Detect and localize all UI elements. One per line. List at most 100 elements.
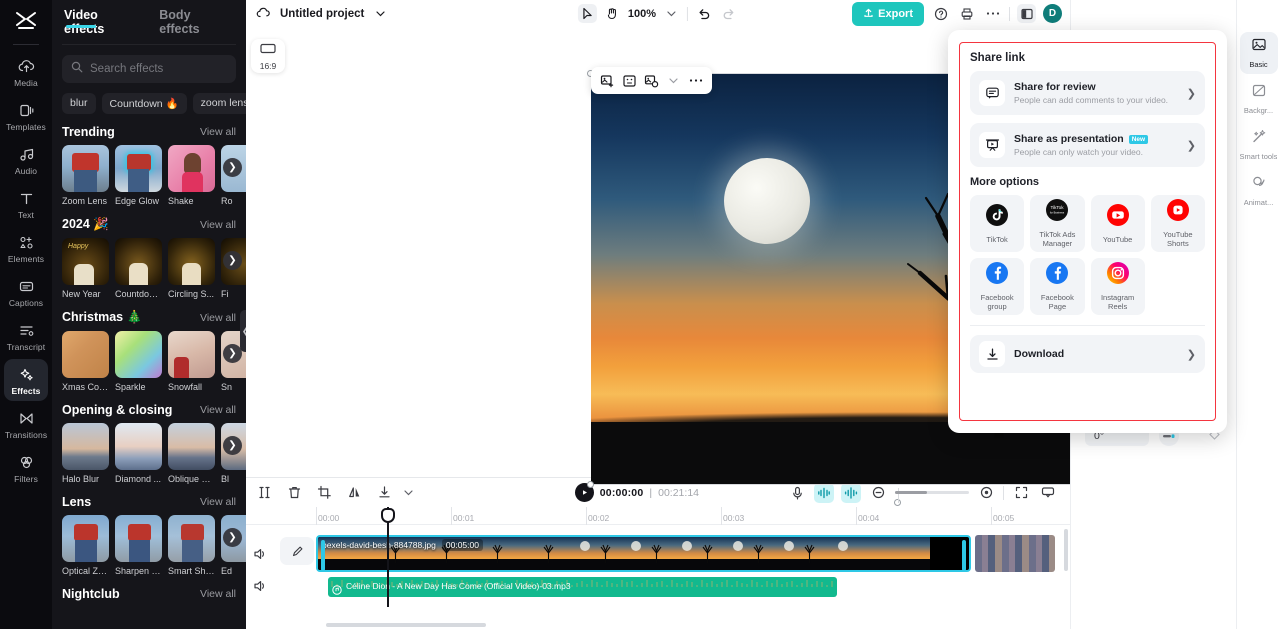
effect-item[interactable]: Sparkle bbox=[115, 331, 162, 392]
cloud-icon[interactable] bbox=[254, 4, 273, 23]
help-circle-icon[interactable] bbox=[931, 4, 950, 23]
sidebar-item-audio[interactable]: Audio bbox=[4, 139, 48, 181]
share-tile-tiktok[interactable]: TikTok bbox=[970, 195, 1025, 252]
secondary-image-clip[interactable] bbox=[975, 535, 1055, 572]
crop-icon[interactable] bbox=[314, 483, 334, 503]
effect-item[interactable]: Shake bbox=[168, 145, 215, 206]
zoom-level[interactable]: 100% bbox=[628, 8, 656, 20]
chip-blur[interactable]: blur bbox=[62, 93, 96, 114]
sidebar-item-media[interactable]: Media bbox=[4, 51, 48, 93]
view-all-christmas[interactable]: View all bbox=[200, 312, 236, 324]
share-tile-youtube[interactable]: YouTube bbox=[1090, 195, 1145, 252]
effect-item[interactable]: Smart Sha... bbox=[168, 515, 215, 576]
playhead[interactable] bbox=[380, 507, 395, 607]
share-tile-instagram-reels[interactable]: Instagram Reels bbox=[1090, 258, 1145, 315]
download-clip-icon[interactable] bbox=[374, 483, 394, 503]
chip-zoom-lens[interactable]: zoom lens bbox=[192, 93, 246, 114]
horizontal-scrollbar[interactable] bbox=[326, 623, 486, 627]
print-icon[interactable] bbox=[957, 4, 976, 23]
audio-track-speaker-icon[interactable] bbox=[251, 577, 269, 595]
tab-body-effects[interactable]: Body effects bbox=[159, 8, 234, 44]
sidebar-item-transcript[interactable]: Transcript bbox=[4, 315, 48, 357]
zoom-in-icon[interactable] bbox=[976, 483, 996, 503]
view-all-lens[interactable]: View all bbox=[200, 496, 236, 508]
share-for-review-option[interactable]: Share for review People can add comments… bbox=[970, 71, 1205, 115]
hand-tool-icon[interactable] bbox=[603, 4, 622, 23]
video-track-speaker-icon[interactable] bbox=[251, 545, 269, 563]
search-input[interactable]: Search effects bbox=[62, 55, 236, 83]
chevron-down-icon[interactable] bbox=[398, 483, 418, 503]
microphone-icon[interactable] bbox=[787, 483, 807, 503]
cursor-select-icon[interactable] bbox=[577, 4, 597, 23]
resize-handle-bl[interactable] bbox=[587, 481, 594, 488]
chip-countdown[interactable]: Countdown 🔥 bbox=[101, 93, 187, 114]
effect-item[interactable]: Xmas Coll... bbox=[62, 331, 109, 392]
audio-waveform-icon[interactable] bbox=[841, 482, 861, 503]
right-item-smart-tools[interactable]: Smart tools bbox=[1240, 124, 1278, 166]
effect-item[interactable]: Optical Zo... bbox=[62, 515, 109, 576]
effect-item[interactable]: Edge Glow bbox=[115, 145, 162, 206]
add-image-icon[interactable] bbox=[598, 71, 617, 90]
export-button[interactable]: Export bbox=[852, 1, 924, 26]
clip-trim-left[interactable] bbox=[321, 540, 325, 570]
right-item-basic[interactable]: Basic bbox=[1239, 32, 1278, 74]
zoom-slider[interactable] bbox=[895, 491, 969, 494]
sidebar-item-captions[interactable]: Captions bbox=[4, 271, 48, 313]
scroll-right-icon[interactable]: ❯ bbox=[223, 158, 242, 177]
zoom-out-icon[interactable] bbox=[868, 483, 888, 503]
view-all-2024[interactable]: View all bbox=[200, 219, 236, 231]
timeline-ruler[interactable]: 00:00 00:01 00:02 00:03 00:04 00:05 bbox=[246, 507, 1070, 525]
share-tile-facebook-page[interactable]: Facebook Page bbox=[1030, 258, 1085, 315]
sidebar-item-elements[interactable]: Elements bbox=[4, 227, 48, 269]
share-tile-facebook-group[interactable]: Facebook group bbox=[970, 258, 1025, 315]
vertical-scrollbar[interactable] bbox=[1064, 529, 1068, 571]
chevron-down-icon[interactable] bbox=[371, 4, 390, 23]
sidebar-item-transitions[interactable]: Transitions bbox=[4, 403, 48, 445]
fit-screen-icon[interactable] bbox=[1011, 483, 1031, 503]
clip-trim-right[interactable] bbox=[962, 540, 966, 570]
effect-item[interactable]: Zoom Lens bbox=[62, 145, 109, 206]
crop-frame-icon[interactable] bbox=[620, 71, 639, 90]
split-clip-icon[interactable] bbox=[254, 483, 274, 503]
effect-item[interactable]: Oblique Bl... bbox=[168, 423, 215, 484]
effect-item[interactable]: Countdow... bbox=[115, 238, 162, 299]
effect-item[interactable]: Halo Blur bbox=[62, 423, 109, 484]
right-item-background[interactable]: Backgr... bbox=[1240, 78, 1278, 120]
delete-trash-icon[interactable] bbox=[284, 483, 304, 503]
scroll-right-icon[interactable]: ❯ bbox=[223, 528, 242, 547]
aspect-ratio-badge[interactable]: 16:9 bbox=[251, 39, 285, 73]
panel-collapse-handle[interactable]: ❮ bbox=[240, 310, 246, 352]
sidebar-item-effects[interactable]: Effects bbox=[4, 359, 48, 401]
view-all-trending[interactable]: View all bbox=[200, 126, 236, 138]
tab-video-effects[interactable]: Video effects bbox=[64, 8, 141, 44]
effect-item[interactable]: Diamond ... bbox=[115, 423, 162, 484]
video-clip[interactable]: pexels-david-besh-884788.jpg 00:05:00 bbox=[316, 535, 971, 572]
scroll-right-icon[interactable]: ❯ bbox=[223, 251, 242, 270]
effect-item[interactable]: Circling S... bbox=[168, 238, 215, 299]
view-all-nightclub[interactable]: View all bbox=[200, 588, 236, 600]
replace-media-icon[interactable] bbox=[642, 71, 661, 90]
sidebar-item-text[interactable]: Text bbox=[4, 183, 48, 225]
more-horizontal-icon[interactable] bbox=[983, 4, 1002, 23]
view-all-opening-closing[interactable]: View all bbox=[200, 404, 236, 416]
project-title[interactable]: Untitled project bbox=[280, 8, 364, 20]
split-layout-icon[interactable] bbox=[1017, 4, 1036, 23]
sidebar-item-templates[interactable]: Templates bbox=[4, 95, 48, 137]
playhead-knob[interactable] bbox=[380, 508, 395, 523]
share-tile-youtube-shorts[interactable]: YouTube Shorts bbox=[1150, 195, 1205, 252]
share-tile-tiktok-ads-manager[interactable]: TikTok for Business TikTok Ads Manager bbox=[1030, 195, 1085, 252]
avatar[interactable]: D bbox=[1043, 4, 1062, 23]
undo-icon[interactable] bbox=[694, 4, 713, 23]
effect-item[interactable]: Snowfall bbox=[168, 331, 215, 392]
scroll-right-icon[interactable]: ❯ bbox=[223, 436, 242, 455]
chevron-down-icon[interactable] bbox=[664, 71, 683, 90]
chevron-down-icon[interactable] bbox=[662, 4, 681, 23]
preview-mode-icon[interactable] bbox=[1038, 483, 1058, 503]
more-horizontal-icon[interactable] bbox=[686, 71, 705, 90]
redo-icon[interactable] bbox=[719, 4, 738, 23]
effect-item[interactable]: Happy New Year bbox=[62, 238, 109, 299]
audio-clip[interactable]: Céline Dion - A New Day Has Come (Offici… bbox=[328, 577, 837, 597]
share-as-presentation-option[interactable]: Share as presentation New People can onl… bbox=[970, 123, 1205, 167]
download-option[interactable]: Download ❯ bbox=[970, 335, 1205, 373]
edit-clip-button[interactable] bbox=[280, 537, 314, 565]
